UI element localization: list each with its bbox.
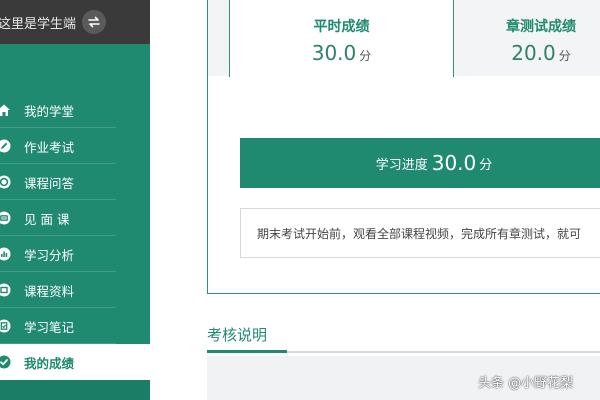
sidebar-item-learning-analysis[interactable]: 学习分析	[0, 236, 150, 272]
sidebar-item-my-school[interactable]: 我的学堂	[0, 92, 150, 128]
role-header: 这里是学生端	[0, 0, 150, 44]
role-text: 这里是学生端	[0, 16, 77, 32]
sidebar-item-course-materials[interactable]: 课程资料	[0, 272, 150, 308]
tab-label: 章测试成绩	[506, 19, 576, 35]
sidebar-item-label: 课程问答	[24, 175, 75, 191]
progress-value: 30.0	[431, 151, 477, 175]
sidebar-nav: 我的学堂 作业考试 课程问答 见 面 课 学习分析 课程资料 学习笔记 我的成绩	[0, 92, 150, 380]
sidebar-item-my-grades[interactable]: 我的成绩	[0, 344, 150, 380]
sidebar-item-course-qa[interactable]: 课程问答	[0, 164, 150, 200]
folder-icon	[0, 283, 11, 297]
sidebar-item-label: 学习笔记	[24, 319, 75, 335]
score-unit: 分	[359, 49, 372, 63]
sidebar-item-meeting-class[interactable]: 见 面 课	[0, 200, 150, 236]
chat-icon	[0, 175, 11, 189]
sidebar-item-homework-exam[interactable]: 作业考试	[0, 128, 150, 164]
check-icon	[0, 355, 11, 369]
tab-label: 平时成绩	[313, 19, 370, 35]
sidebar-item-label: 作业考试	[24, 139, 75, 155]
chart-icon	[0, 247, 11, 261]
score-unit: 分	[558, 49, 571, 63]
home-icon	[0, 103, 11, 117]
pencil-icon	[0, 139, 11, 153]
sidebar-footer	[0, 380, 150, 400]
tab-strip-spacer	[208, 0, 229, 76]
sidebar: 这里是学生端 我的学堂 作业考试 课程问答 见 面 课 学习分析 课程资料 学习…	[0, 0, 150, 400]
tab-score: 20.0 分	[454, 41, 600, 65]
notice-text: 期末考试开始前，观看全部课程视频，完成所有章测试，就可	[257, 226, 582, 241]
exam-notice: 期末考试开始前，观看全部课程视频，完成所有章测试，就可	[240, 208, 600, 258]
tab-regular-score[interactable]: 平时成绩 30.0 分	[229, 0, 454, 77]
section-title-underline	[207, 350, 287, 353]
sidebar-item-label: 课程资料	[24, 283, 75, 299]
progress-unit: 分	[479, 157, 493, 173]
sidebar-item-label: 我的成绩	[24, 355, 75, 371]
sidebar-item-study-notes[interactable]: 学习笔记	[0, 308, 150, 344]
sidebar-item-label: 学习分析	[24, 247, 75, 263]
note-icon	[0, 319, 11, 333]
tab-score: 30.0 分	[230, 41, 453, 65]
tab-chapter-test-score[interactable]: 章测试成绩 20.0 分	[454, 0, 600, 76]
meeting-icon	[0, 211, 11, 225]
sidebar-item-label: 我的学堂	[24, 103, 75, 119]
sidebar-item-label: 见 面 课	[24, 211, 70, 227]
score-value: 20.0	[511, 41, 556, 65]
swap-icon	[88, 16, 100, 28]
progress-label: 学习进度	[375, 157, 428, 173]
watermark: 头条 @小野花梨	[478, 376, 574, 391]
learning-progress-bar: 学习进度 30.0 分	[240, 138, 600, 188]
assessment-section-title: 考核说明	[207, 326, 268, 344]
switch-role-button[interactable]	[82, 10, 107, 34]
score-value: 30.0	[311, 41, 357, 65]
score-panel: 平时成绩 30.0 分 章测试成绩 20.0 分 学习进度 30.0 分 期末考试开…	[207, 0, 600, 294]
